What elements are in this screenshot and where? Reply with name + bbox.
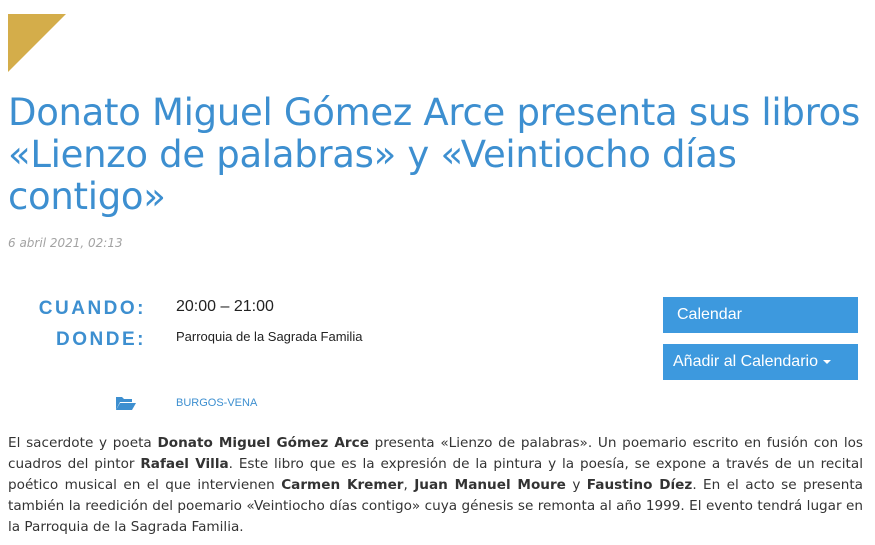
body-text: y (565, 477, 587, 493)
folder-open-icon (116, 397, 136, 410)
corner-triangle-icon (8, 14, 66, 72)
person-faustino: Faustino Díez (586, 477, 693, 493)
publish-date: 6 abril 2021, 02:13 (8, 236, 123, 250)
when-value: 20:00 – 21:00 (176, 298, 274, 315)
when-label: CUANDO: (38, 298, 146, 319)
body-text: El sacerdote y poeta (8, 435, 158, 451)
person-donato: Donato Miguel Gómez Arce (157, 435, 369, 451)
caret-down-icon (822, 359, 831, 364)
calendar-button-label: Calendar (677, 306, 742, 323)
person-juan: Juan Manuel Moure (414, 477, 566, 493)
page-title: Donato Miguel Gómez Arce presenta sus li… (8, 91, 860, 218)
add-to-calendar-button[interactable]: Añadir al Calendario (663, 344, 858, 380)
calendar-button[interactable]: Calendar (663, 297, 858, 333)
where-value: Parroquia de la Sagrada Familia (176, 329, 363, 344)
person-carmen: Carmen Kremer (281, 477, 404, 493)
person-rafael: Rafael Villa (140, 456, 229, 472)
add-to-calendar-label: Añadir al Calendario (673, 353, 818, 370)
where-label: DONDE: (56, 329, 146, 350)
category-link[interactable]: BURGOS-VENA (176, 397, 257, 409)
body-text: , (403, 477, 415, 493)
event-description: El sacerdote y poeta Donato Miguel Gómez… (8, 433, 863, 538)
